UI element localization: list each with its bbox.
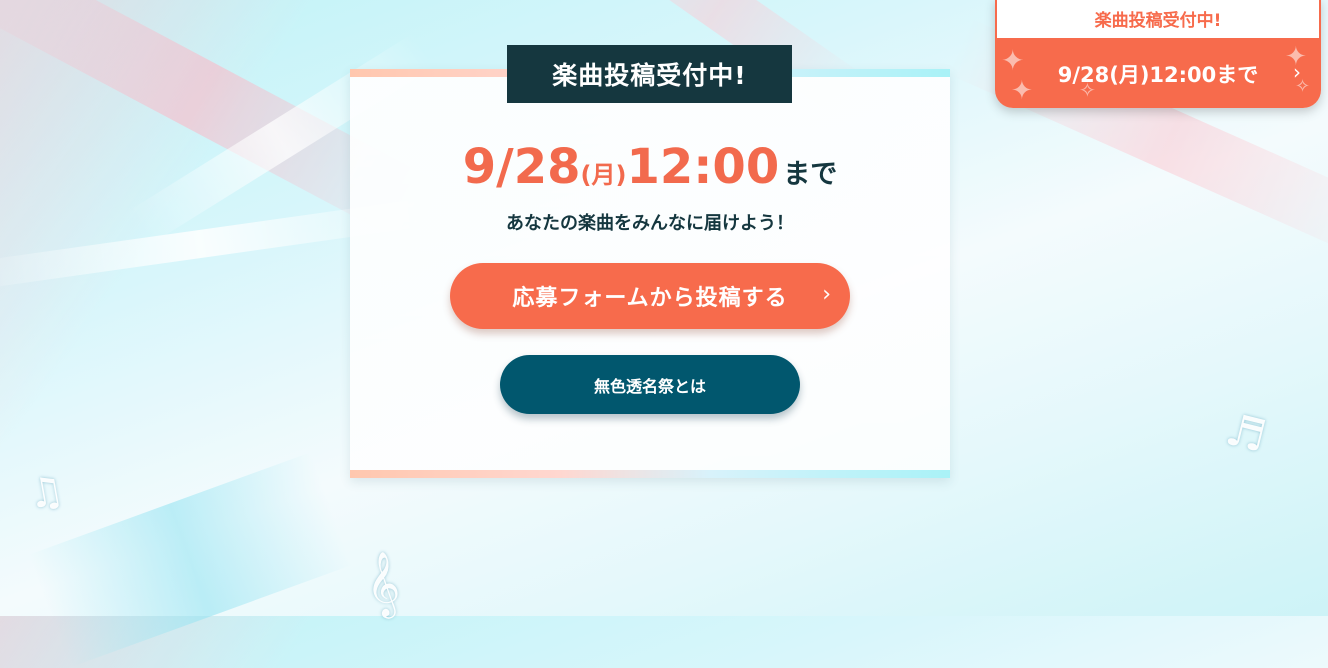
- treble-clef-icon: 𝄞: [361, 550, 404, 619]
- about-festival-button-label: 無色透名祭とは: [593, 376, 706, 396]
- deadline: 9/28(月)12:00 まで: [350, 139, 950, 195]
- submission-card: 楽曲投稿受付中! 9/28(月)12:00 まで あなたの楽曲をみんなに届けよう！…: [350, 45, 950, 478]
- sparkle-icon: ✧: [1079, 78, 1096, 102]
- about-festival-button[interactable]: 無色透名祭とは: [500, 355, 800, 414]
- tagline: あなたの楽曲をみんなに届けよう！: [506, 213, 794, 234]
- corner-deadline-banner[interactable]: 楽曲投稿受付中! ✦ ✦ ✧ ✦ ✧ 9/28(月)12:00まで ›: [995, 0, 1321, 108]
- submission-status-label: 楽曲投稿受付中!: [507, 45, 792, 103]
- sparkle-icon: ✦: [1011, 76, 1033, 106]
- submit-form-button-label: 応募フォームから投稿する: [512, 286, 788, 311]
- submit-form-button[interactable]: 応募フォームから投稿する ›: [450, 263, 850, 329]
- deadline-day-of-week: (月): [580, 161, 627, 189]
- background-light-streak: [28, 452, 352, 668]
- chevron-right-icon: ›: [822, 282, 832, 307]
- double-note-icon: ♬: [1220, 403, 1272, 464]
- corner-banner-deadline-area: ✦ ✦ ✧ ✦ ✧ 9/28(月)12:00まで ›: [995, 40, 1321, 108]
- music-note-icon: ♫: [24, 467, 68, 519]
- deadline-until: まで: [783, 159, 838, 190]
- corner-banner-heading: 楽曲投稿受付中!: [995, 0, 1321, 40]
- deadline-time: 12:00: [626, 139, 780, 195]
- chevron-right-icon: ›: [1293, 60, 1301, 84]
- sparkle-icon: ✦: [1001, 44, 1025, 77]
- deadline-date: 9/28: [462, 139, 581, 195]
- card-bottom-gradient-bar: [350, 470, 950, 478]
